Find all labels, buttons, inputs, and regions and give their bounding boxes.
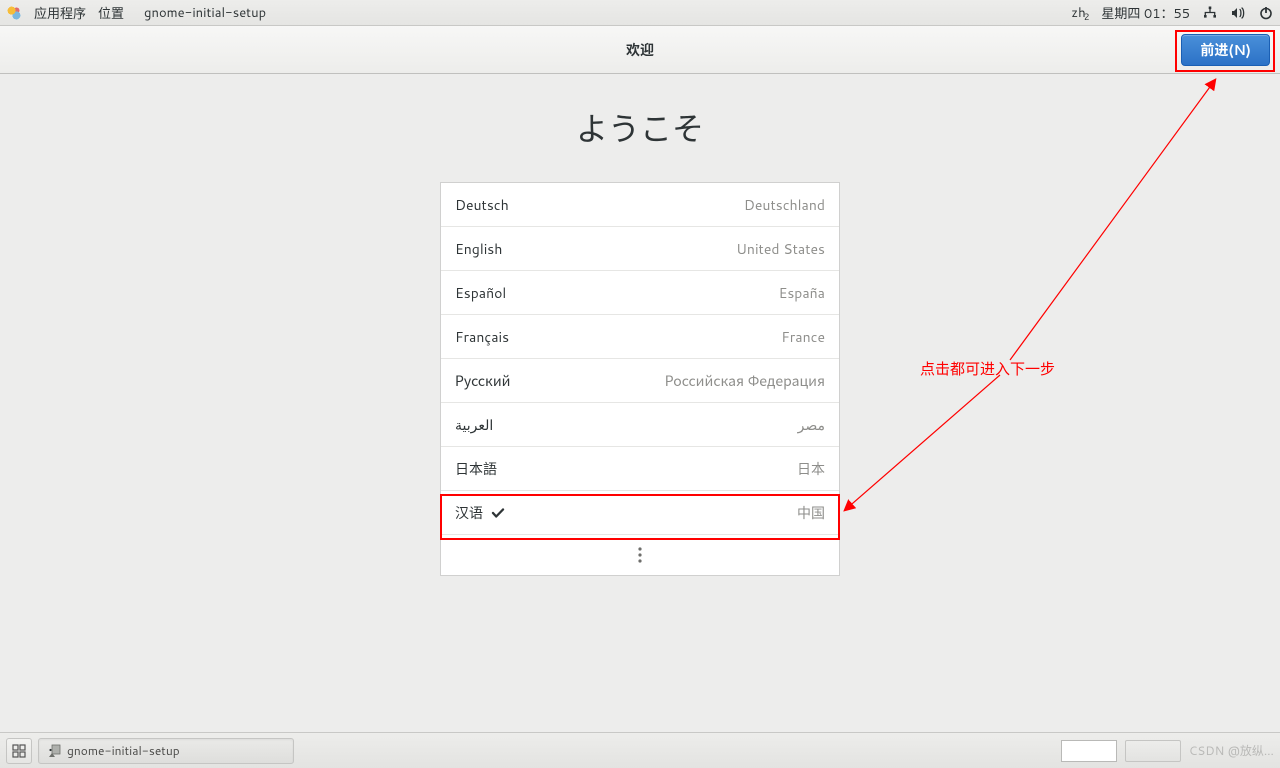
language-country: España <box>779 283 825 303</box>
taskbar: gnome-initial-setup CSDN @放纵… <box>0 732 1280 768</box>
language-country: France <box>781 327 825 347</box>
taskbar-window-button[interactable]: gnome-initial-setup <box>38 738 294 764</box>
top-panel: 应用程序 位置 gnome-initial-setup zh2 星期四 01：5… <box>0 0 1280 26</box>
language-name-text: 汉语 <box>455 503 483 523</box>
language-row-selected[interactable]: 汉语 中国 <box>441 491 839 535</box>
watermark-text: CSDN @放纵… <box>1189 742 1274 759</box>
language-country: United States <box>736 239 825 259</box>
language-name: Deutsch <box>455 195 509 215</box>
language-row[interactable]: English United States <box>441 227 839 271</box>
top-panel-right: zh2 星期四 01：55 <box>1071 3 1274 23</box>
language-row[interactable]: Español España <box>441 271 839 315</box>
activities-icon[interactable] <box>6 5 22 21</box>
language-name: Русский <box>455 371 511 391</box>
language-name: العربية <box>455 415 493 435</box>
content-area: ようこそ Deutsch Deutschland English United … <box>0 74 1280 732</box>
language-name: Español <box>455 283 506 303</box>
volume-icon[interactable] <box>1230 5 1246 21</box>
language-name: 日本語 <box>455 459 497 479</box>
language-country: 日本 <box>797 459 825 479</box>
menu-applications[interactable]: 应用程序 <box>34 3 86 23</box>
clock-label[interactable]: 星期四 01：55 <box>1101 3 1190 23</box>
menu-app-title[interactable]: gnome-initial-setup <box>144 4 266 22</box>
language-country: مصر <box>798 415 825 435</box>
page-title: 欢迎 <box>626 40 654 60</box>
language-country: 中国 <box>797 503 825 523</box>
language-name: 汉语 <box>455 503 505 523</box>
header-bar: 欢迎 前进(N) <box>0 26 1280 74</box>
check-icon <box>491 506 505 520</box>
language-row[interactable]: Deutsch Deutschland <box>441 183 839 227</box>
language-row[interactable]: 日本語 日本 <box>441 447 839 491</box>
network-icon[interactable] <box>1202 5 1218 21</box>
next-button[interactable]: 前进(N) <box>1181 34 1270 66</box>
show-desktop-button[interactable] <box>6 738 32 764</box>
tray-slot[interactable] <box>1061 740 1117 762</box>
show-desktop-icon <box>12 744 26 758</box>
next-button-label: 前进(N) <box>1200 40 1251 60</box>
power-icon[interactable] <box>1258 5 1274 21</box>
language-row[interactable]: Русский Российская Федерация <box>441 359 839 403</box>
more-languages-button[interactable] <box>441 535 839 575</box>
language-name: English <box>455 239 502 259</box>
language-row[interactable]: Français France <box>441 315 839 359</box>
welcome-heading: ようこそ <box>0 104 1280 150</box>
menu-places[interactable]: 位置 <box>98 3 124 23</box>
language-name: Français <box>455 327 509 347</box>
tray-button[interactable] <box>1125 740 1181 762</box>
input-method-sub: 2 <box>1084 10 1090 23</box>
language-row[interactable]: العربية مصر <box>441 403 839 447</box>
taskbar-right: CSDN @放纵… <box>1061 740 1274 762</box>
top-panel-left: 应用程序 位置 gnome-initial-setup <box>6 3 266 23</box>
annotation-text: 点击都可进入下一步 <box>920 358 1055 379</box>
taskbar-window-label: gnome-initial-setup <box>67 742 180 759</box>
more-icon <box>637 546 643 564</box>
language-country: Российская Федерация <box>665 371 825 391</box>
language-country: Deutschland <box>744 195 825 215</box>
language-list: Deutsch Deutschland English United State… <box>440 182 840 576</box>
input-method-indicator[interactable]: zh2 <box>1071 4 1089 22</box>
window-icon <box>47 744 61 758</box>
